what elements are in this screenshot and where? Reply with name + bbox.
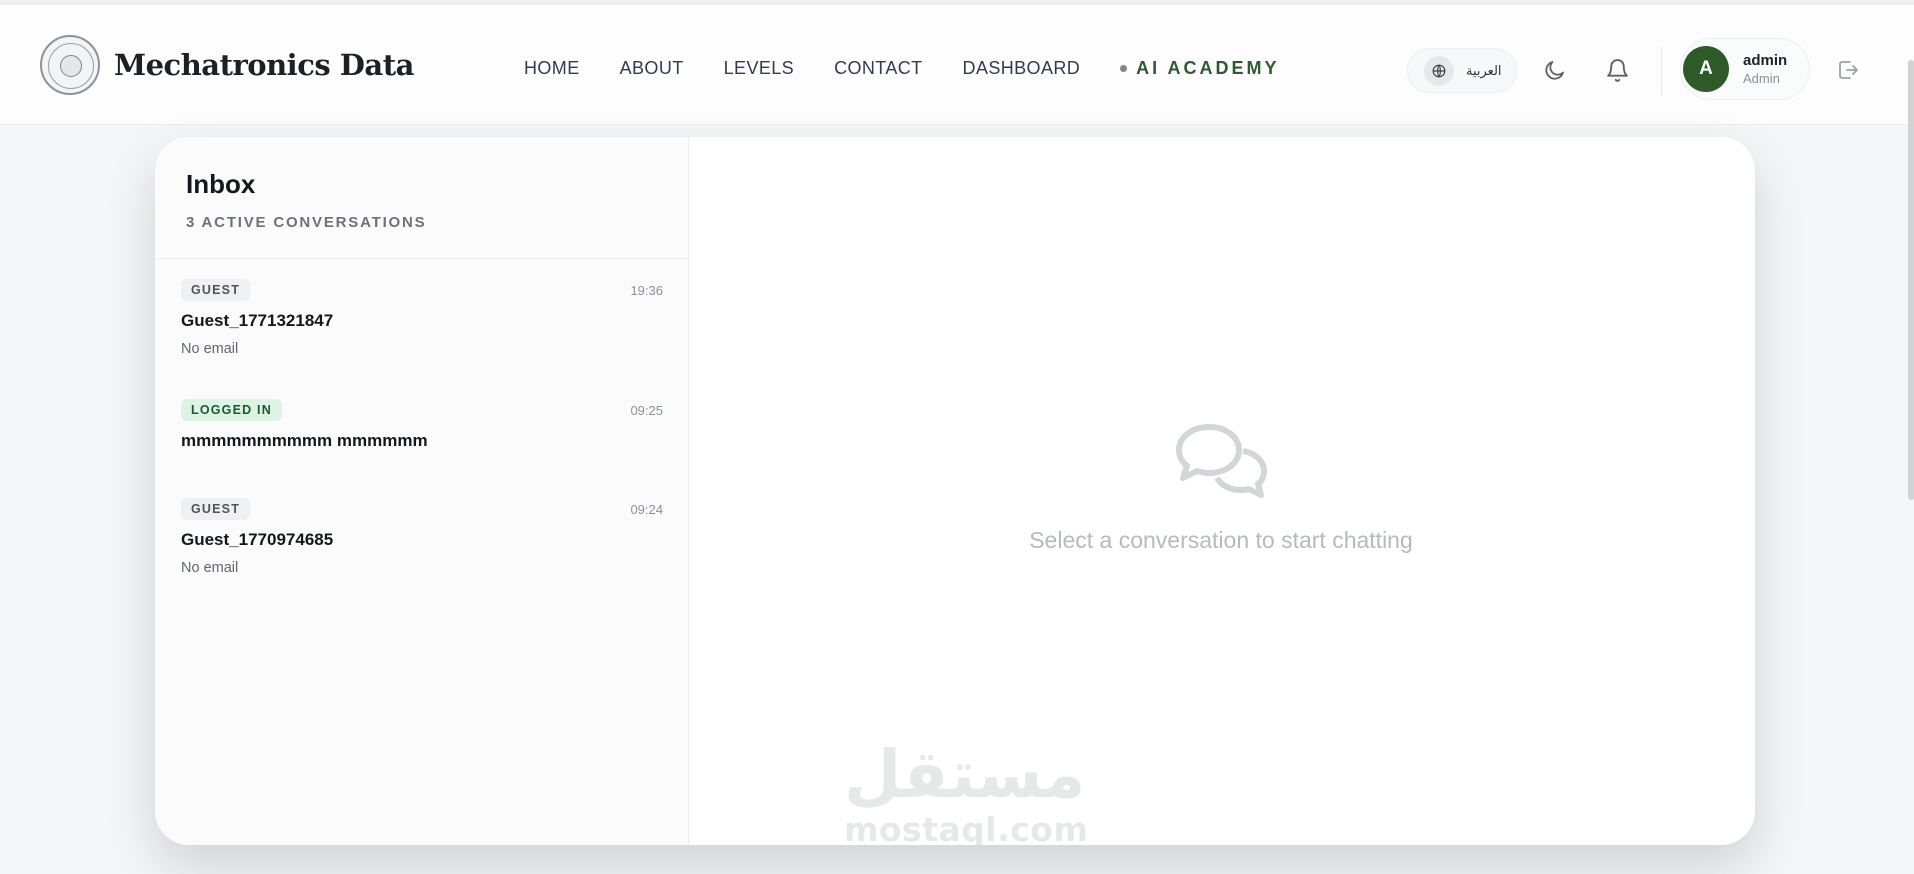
moon-icon[interactable] [1540, 55, 1570, 85]
academy-dot [1120, 65, 1128, 72]
inbox-subtitle: 3 ACTIVE CONVERSATIONS [186, 214, 427, 231]
status-badge: GUEST [181, 279, 251, 301]
inbox-title: Inbox [186, 169, 256, 199]
conversation-time: 09:24 [630, 502, 663, 517]
watermark: مستقل mostaql.com [844, 736, 1089, 846]
globe-icon [1424, 55, 1454, 86]
empty-state-text: Select a conversation to start chatting [1029, 527, 1413, 553]
watermark-latin: mostaql.com [844, 810, 1089, 845]
conversation-item[interactable]: GUEST 09:24 Guest_1770974685 No email [181, 498, 669, 576]
bell-icon[interactable] [1602, 55, 1632, 85]
user-menu[interactable]: A admin Admin [1680, 38, 1810, 100]
language-label: العربية [1466, 62, 1502, 78]
conversation-name: Guest_1771321847 [181, 311, 334, 330]
conversation-time: 09:25 [630, 403, 663, 418]
conversation-item[interactable]: GUEST 19:36 Guest_1771321847 No email [181, 279, 669, 357]
nav-home[interactable]: HOME [524, 58, 580, 79]
top-header: Mechatronics Data HOME ABOUT LEVELS CONT… [0, 0, 1914, 125]
brand[interactable]: Mechatronics Data [40, 35, 414, 95]
main-nav: HOME ABOUT LEVELS CONTACT DASHBOARD AI A… [524, 58, 1280, 79]
user-info: admin Admin [1743, 52, 1787, 86]
brand-name: Mechatronics Data [114, 48, 414, 82]
chat-pane: Select a conversation to start chatting … [689, 137, 1755, 845]
nav-levels[interactable]: LEVELS [724, 58, 794, 79]
chat-bubbles-icon [1173, 421, 1269, 506]
page-scrollbar[interactable] [1908, 60, 1914, 500]
logout-icon[interactable] [1833, 55, 1863, 85]
watermark-arabic: مستقل [844, 736, 1086, 813]
conversation-item[interactable]: LOGGED IN 09:25 mmmmmmmmmm mmmmmm [181, 399, 669, 451]
conversation-name: mmmmmmmmmm mmmmmm [181, 431, 428, 450]
nav-about[interactable]: ABOUT [620, 58, 684, 79]
inbox-header: Inbox 3 ACTIVE CONVERSATIONS [155, 137, 688, 259]
language-switcher[interactable]: العربية [1407, 48, 1517, 93]
conversation-email: No email [181, 560, 239, 576]
nav-dashboard[interactable]: DASHBOARD [963, 58, 1081, 79]
faculty-seal-logo [40, 35, 100, 95]
avatar: A [1683, 46, 1729, 92]
header-divider [1661, 47, 1662, 95]
conversation-email: No email [181, 341, 239, 357]
user-role: Admin [1743, 71, 1780, 86]
conversation-time: 19:36 [630, 283, 663, 298]
inbox-card: Inbox 3 ACTIVE CONVERSATIONS GUEST 19:36… [155, 137, 1755, 845]
user-name: admin [1743, 52, 1788, 69]
conversation-name: Guest_1770974685 [181, 530, 334, 549]
status-badge: LOGGED IN [181, 399, 282, 421]
status-badge: GUEST [181, 498, 251, 520]
nav-ai-academy-label: AI ACADEMY [1136, 58, 1280, 78]
conversation-sidebar: Inbox 3 ACTIVE CONVERSATIONS GUEST 19:36… [155, 137, 689, 845]
nav-ai-academy[interactable]: AI ACADEMY [1120, 58, 1279, 79]
nav-contact[interactable]: CONTACT [834, 58, 922, 79]
